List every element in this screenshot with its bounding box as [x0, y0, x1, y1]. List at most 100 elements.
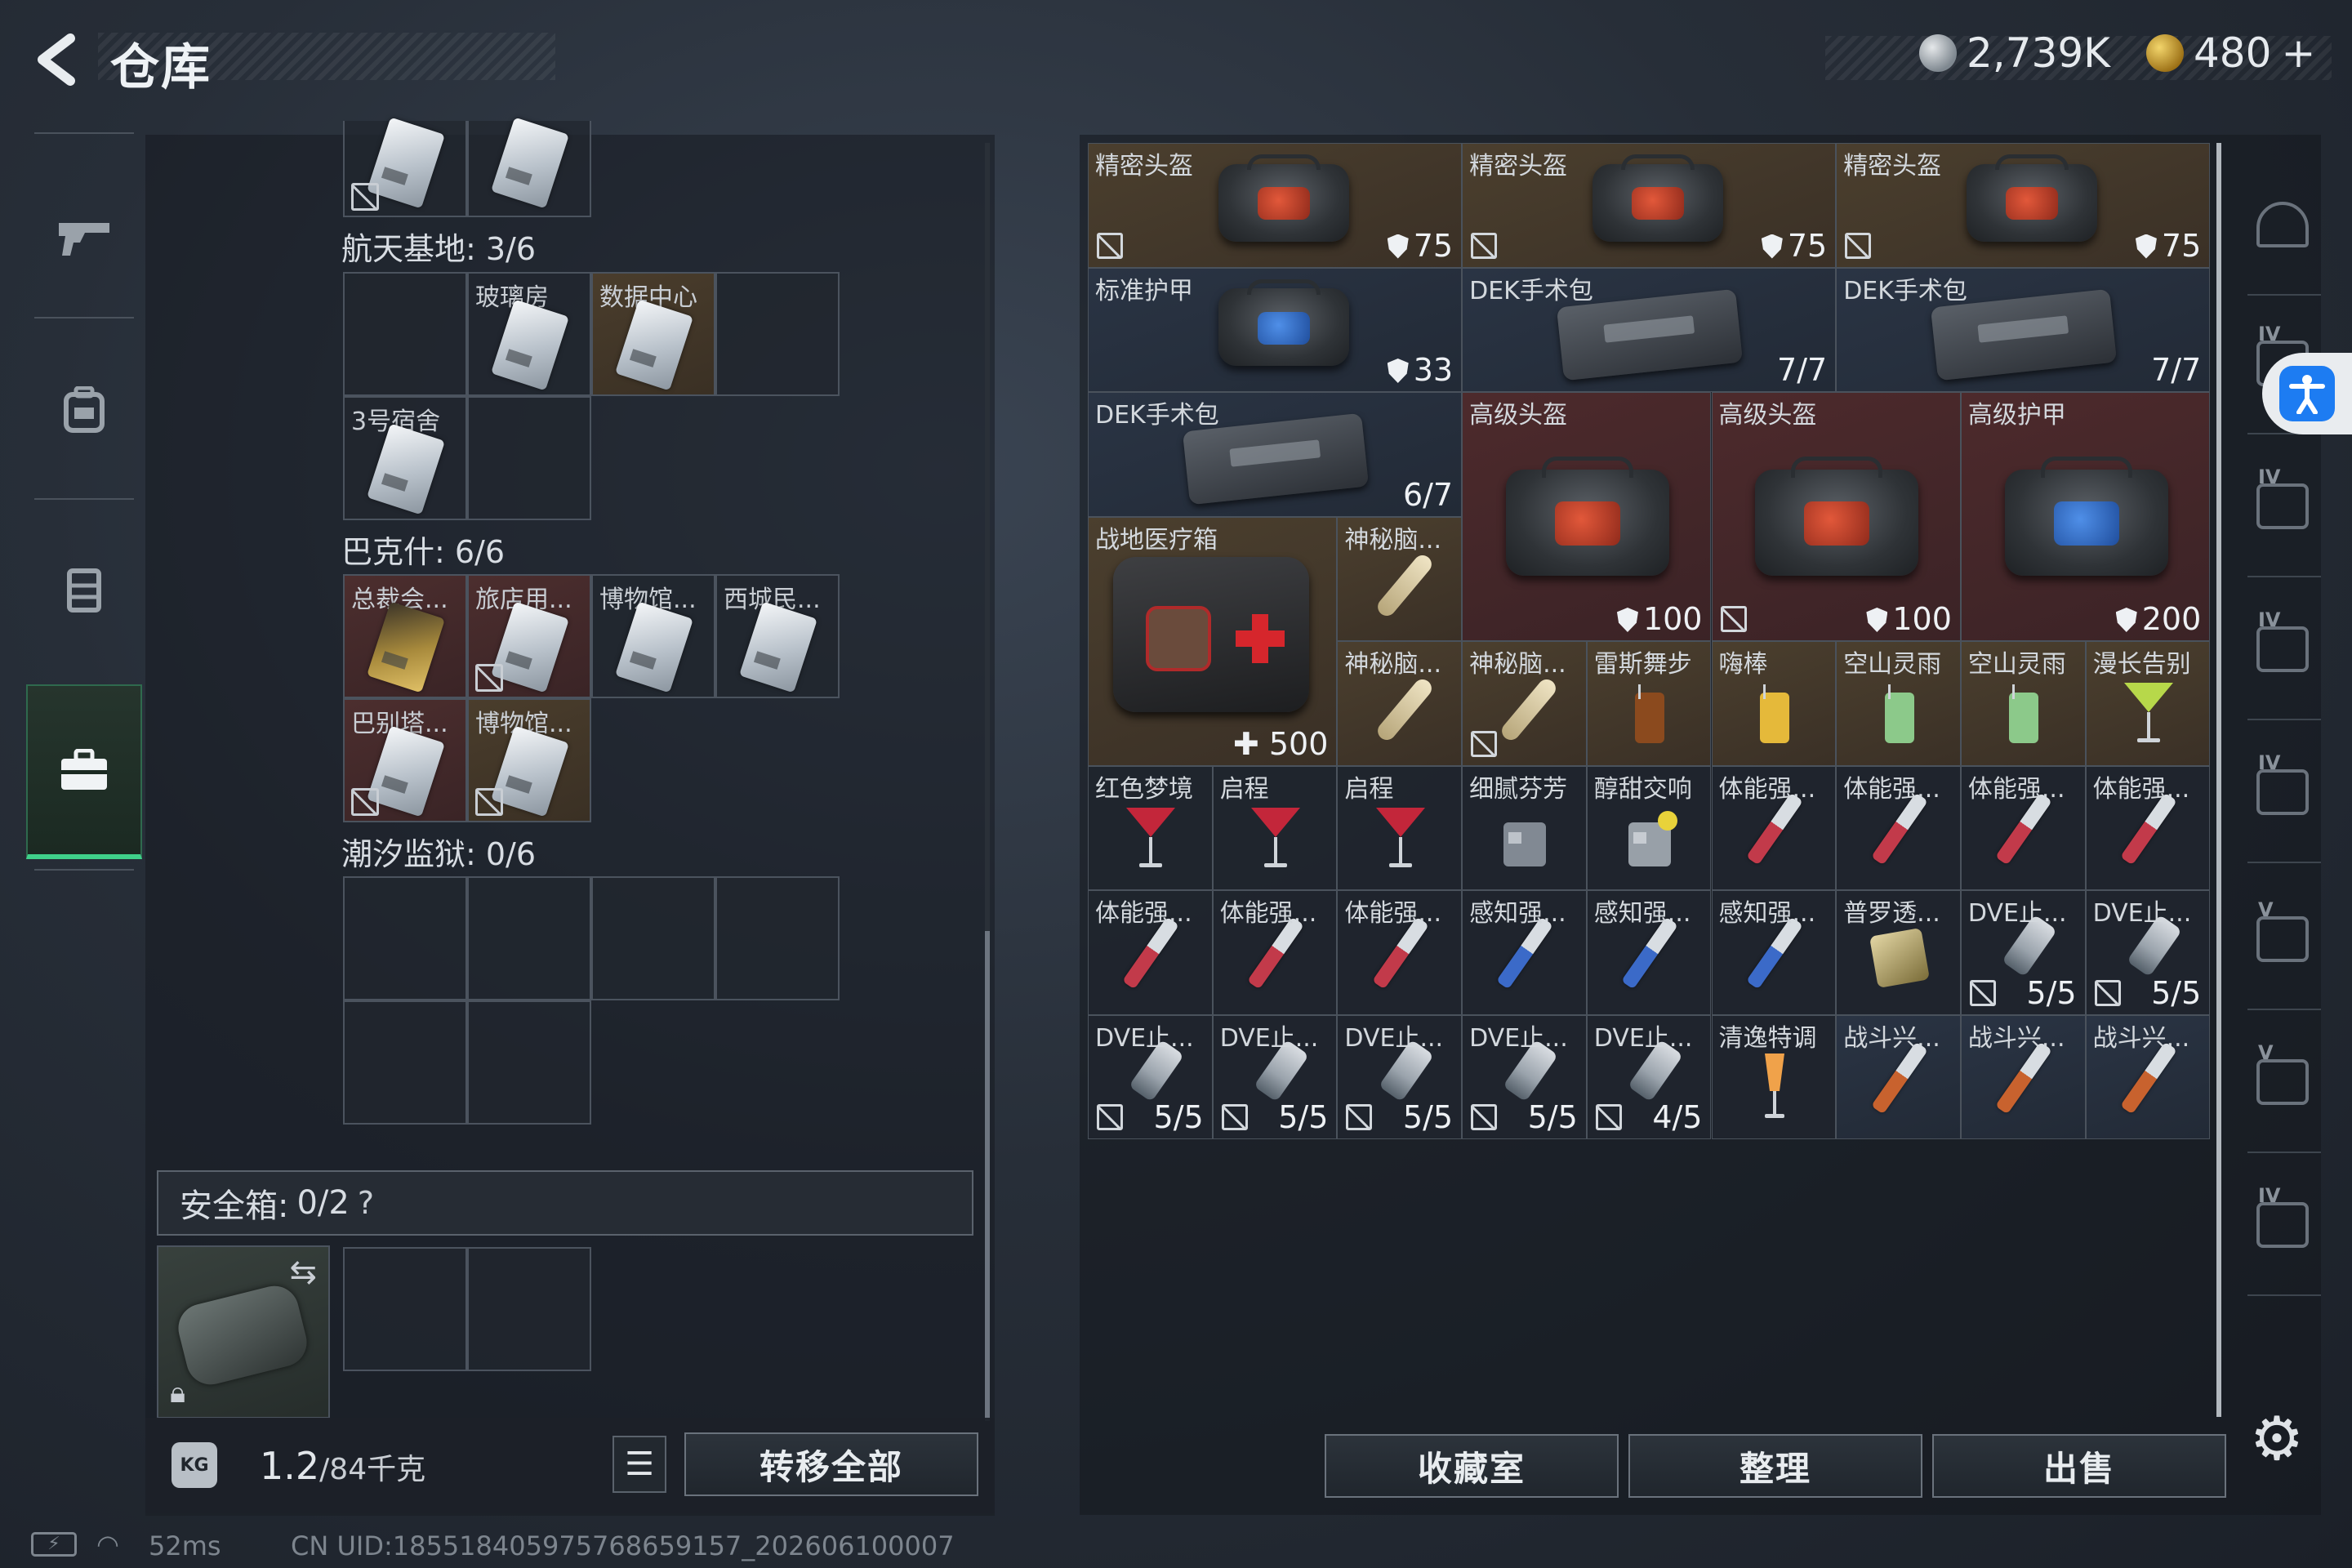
inventory-item[interactable]: DVE止... 5/5 [1212, 1014, 1338, 1139]
transfer-all-button[interactable]: 转移全部 [684, 1432, 978, 1496]
safe-box-cell[interactable] [467, 1247, 591, 1371]
collection-room-button[interactable]: 收藏室 [1325, 1434, 1619, 1498]
storage-cell[interactable] [343, 272, 467, 396]
medkit-slot-icon[interactable]: IV [2238, 731, 2328, 853]
inventory-item[interactable]: DVE止... 5/5 [2085, 890, 2211, 1015]
inventory-item[interactable]: DVE止... 5/5 [1462, 1014, 1587, 1139]
item-name: DEK手术包 [1469, 276, 1593, 305]
storage-cell[interactable] [715, 272, 840, 396]
storage-scrollbar-thumb[interactable] [985, 931, 990, 1421]
safe-case-slot[interactable]: ⇆ 🔒︎ [157, 1245, 330, 1419]
inventory-item[interactable]: DVE止... 5/5 [1337, 1014, 1463, 1139]
inventory-item[interactable]: 体能强... [1960, 765, 2086, 890]
inventory-item[interactable]: 体能强... [1212, 890, 1338, 1015]
inventory-item[interactable]: 神秘脑... [1462, 641, 1587, 766]
inventory-item[interactable]: 高级头盔 100 [1462, 392, 1712, 641]
gun-icon[interactable] [26, 157, 142, 320]
inventory-item[interactable]: 体能强... [1711, 765, 1837, 890]
inventory-item[interactable]: DVE止... 4/5 [1586, 1014, 1712, 1139]
inventory-item[interactable]: 启程 [1337, 765, 1463, 890]
storage-cell[interactable] [343, 876, 467, 1000]
inventory-item[interactable]: DVE止... 5/5 [1960, 890, 2086, 1015]
storage-cell[interactable] [467, 876, 591, 1000]
inventory-item[interactable]: 启程 [1212, 765, 1338, 890]
inventory-item[interactable]: 空山灵雨 [1960, 641, 2086, 766]
inventory-item[interactable]: 雷斯舞步 [1586, 641, 1712, 766]
organize-button[interactable]: 整理 [1628, 1434, 1922, 1498]
weight-icon: KG [172, 1442, 217, 1488]
silver-currency[interactable]: 2,739K [1919, 29, 2110, 77]
helmet-slot-icon[interactable] [2238, 163, 2328, 286]
toolbox-icon[interactable] [26, 684, 142, 859]
map-slot-icon[interactable]: IV [2238, 1164, 2328, 1286]
vest-slot-icon[interactable]: IV [2238, 445, 2328, 568]
storage-cell[interactable]: 西城民... [715, 574, 840, 698]
storage-cell[interactable] [467, 117, 591, 217]
sell-button[interactable]: 出售 [1932, 1434, 2226, 1498]
plus-icon[interactable]: + [2281, 29, 2315, 77]
inventory-item[interactable]: 嗨棒 [1711, 641, 1837, 766]
inventory-item[interactable]: 清逸特调 [1711, 1014, 1837, 1139]
accessibility-button[interactable] [2262, 353, 2352, 434]
inventory-item[interactable]: 体能强... [1088, 890, 1213, 1015]
swap-icon[interactable]: ⇆ [289, 1254, 317, 1291]
inventory-item[interactable]: 细腻芬芳 [1462, 765, 1587, 890]
inventory-item[interactable]: 战斗兴... [2085, 1014, 2211, 1139]
inventory-item[interactable]: 漫长告别 [2085, 641, 2211, 766]
inventory-item[interactable]: 体能强... [1836, 765, 1961, 890]
help-icon[interactable]: ? [358, 1185, 374, 1221]
safe-box-cell[interactable] [343, 1247, 467, 1371]
vest-icon[interactable] [26, 508, 142, 671]
storage-cell[interactable] [467, 396, 591, 520]
inventory-item[interactable]: DEK手术包 7/7 [1836, 267, 2211, 392]
inventory-item[interactable]: 神秘脑... [1337, 516, 1463, 641]
storage-cell[interactable]: 旅店用... [467, 574, 591, 698]
inventory-item[interactable]: DEK手术包 6/7 [1088, 392, 1463, 517]
inventory-item[interactable]: 体能强... [2085, 765, 2211, 890]
money-slot-icon[interactable]: V [2238, 878, 2328, 1000]
storage-cell[interactable] [591, 876, 715, 1000]
storage-cell[interactable] [343, 1000, 467, 1125]
inventory-item[interactable]: 体能强... [1337, 890, 1463, 1015]
gold-currency[interactable]: 480 + [2146, 29, 2315, 77]
inventory-item[interactable]: 精密头盔 75 [1462, 143, 1837, 268]
inventory-item[interactable]: 神秘脑... [1337, 641, 1463, 766]
list-icon[interactable]: ☰ [612, 1436, 666, 1493]
storage-cell[interactable] [343, 117, 467, 217]
inventory-item[interactable]: 红色梦境 [1088, 765, 1213, 890]
storage-cell[interactable]: 总裁会... [343, 574, 467, 698]
storage-cell[interactable]: 数据中心 [591, 272, 715, 396]
inventory-item[interactable]: 战斗兴... [1960, 1014, 2086, 1139]
storage-cell[interactable]: 3号宿舍 [343, 396, 467, 520]
inventory-item[interactable]: 高级护甲 200 [1960, 392, 2211, 641]
storage-cell[interactable]: 巴别塔... [343, 698, 467, 822]
item-name: 体能强... [2092, 774, 2190, 804]
inventory-item[interactable]: 普罗透... [1836, 890, 1961, 1015]
inventory-item[interactable]: 感知强... [1586, 890, 1712, 1015]
inventory-item[interactable]: 标准护甲 33 [1088, 267, 1463, 392]
brain-item-icon [1374, 675, 1436, 744]
inventory-item[interactable]: DVE止... 5/5 [1088, 1014, 1213, 1139]
money-slot-icon[interactable]: V [2238, 1021, 2328, 1143]
inventory-item[interactable]: 战斗兴... [1836, 1014, 1961, 1139]
storage-cell[interactable] [467, 1000, 591, 1125]
storage-cell[interactable]: 博物馆... [467, 698, 591, 822]
inventory-item[interactable]: DEK手术包 7/7 [1462, 267, 1837, 392]
inventory-item[interactable]: 高级头盔 100 [1711, 392, 1961, 641]
inventory-item[interactable]: 感知强... [1711, 890, 1837, 1015]
gear-icon[interactable]: ⚙ [2244, 1404, 2310, 1474]
back-arrow-icon[interactable] [24, 31, 90, 88]
inventory-item[interactable]: 醇甜交响 [1586, 765, 1712, 890]
inventory-item[interactable]: 精密头盔 75 [1088, 143, 1463, 268]
inventory-item[interactable]: 精密头盔 75 [1836, 143, 2211, 268]
backpack-icon[interactable] [26, 328, 142, 492]
storage-cell[interactable]: 博物馆... [591, 574, 715, 698]
storage-cell[interactable]: 玻璃房 [467, 272, 591, 396]
inventory-item[interactable]: 战地医疗箱 ✚ 500 [1088, 516, 1338, 766]
folder-slot-icon[interactable]: IV [2238, 588, 2328, 710]
rail-tier-tag: IV [2258, 608, 2281, 631]
storage-cell[interactable] [715, 876, 840, 1000]
inventory-item[interactable]: 空山灵雨 [1836, 641, 1961, 766]
inventory-scrollbar-thumb[interactable] [2216, 143, 2221, 1417]
inventory-item[interactable]: 感知强... [1462, 890, 1587, 1015]
